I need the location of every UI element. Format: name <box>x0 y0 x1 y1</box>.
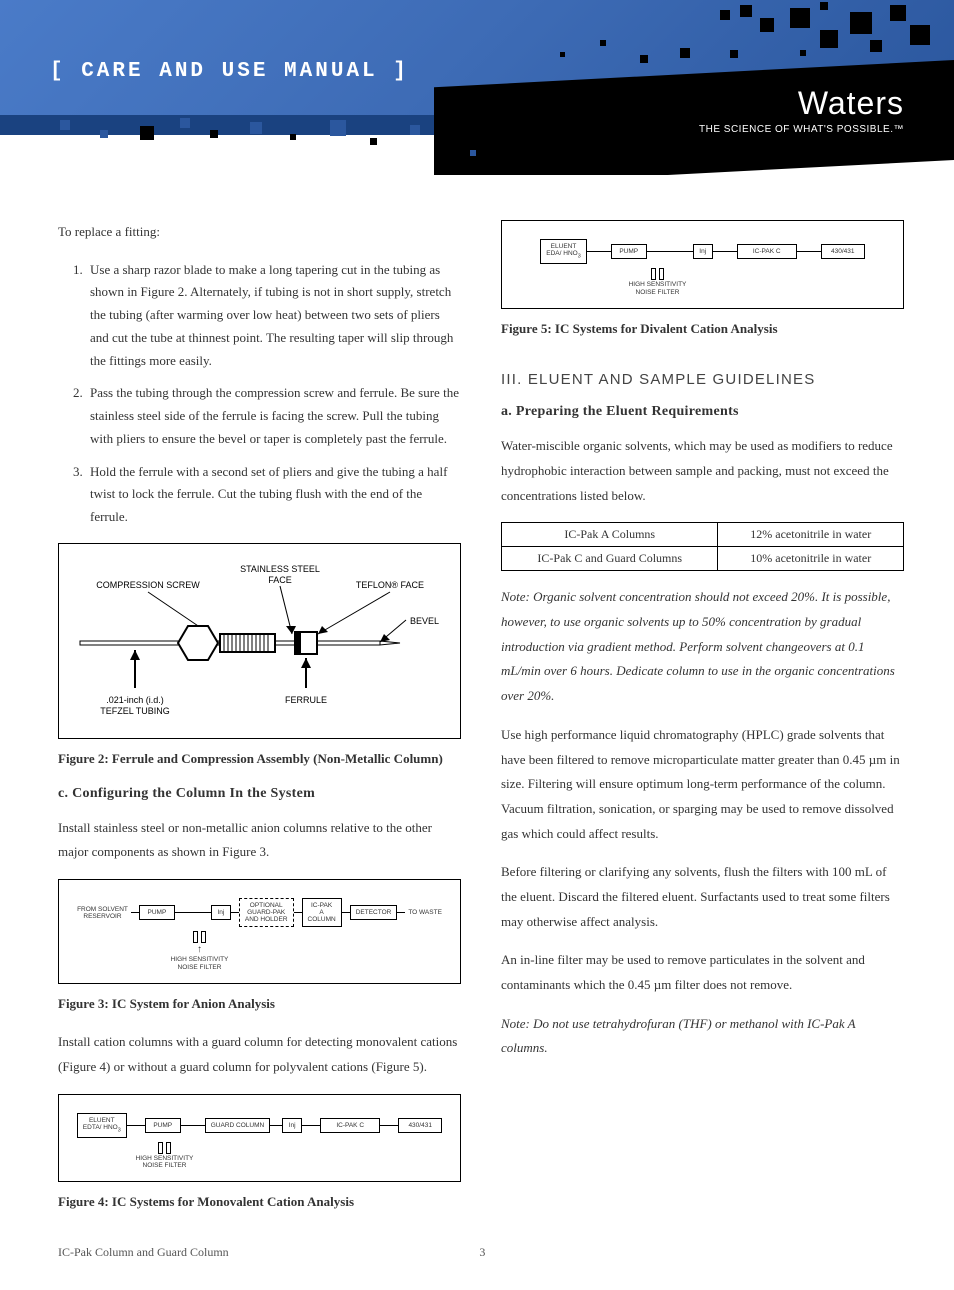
fig4-box-eluent: ELUENTEDTA/ HNO3 <box>77 1113 127 1138</box>
label-bevel: BEVEL <box>410 616 439 626</box>
table-row: IC-Pak A Columns 12% acetonitrile in wat… <box>502 523 904 547</box>
steps-list: Use a sharp razor blade to make a long t… <box>58 259 461 529</box>
page-header: [ CARE AND USE MANUAL ] Waters THE SCIEN… <box>0 0 954 175</box>
section-iii-heading: III. ELUENT AND SAMPLE GUIDELINES <box>501 371 904 388</box>
note-2: Note: Do not use tetrahydrofuran (THF) o… <box>501 1012 904 1061</box>
fig4-box-pump: PUMP <box>145 1118 181 1133</box>
fig3-box-detector: DETECTOR <box>350 905 398 920</box>
figure-2: COMPRESSION SCREW STAINLESS STEEL FACE T… <box>58 543 461 739</box>
p4: An in-line filter may be used to remove … <box>501 948 904 997</box>
fig3-left-label: FROM SOLVENTRESERVOIR <box>74 906 131 920</box>
table-cell: IC-Pak C and Guard Columns <box>502 547 718 571</box>
fig3-box-pump: PUMP <box>139 905 175 920</box>
right-column: ELUENTEDA/ HNO3 PUMP Inj IC-PAK C 430/43… <box>501 220 904 1215</box>
fig3-right-label: TO WASTE <box>405 909 445 916</box>
fig3-box-inj: Inj <box>211 905 231 920</box>
fig4-box-inj: Inj <box>282 1118 302 1133</box>
section-c-p1: Install stainless steel or non-metallic … <box>58 816 461 865</box>
page-body: To replace a fitting: Use a sharp razor … <box>0 175 954 1235</box>
fig5-box-inj: Inj <box>693 244 713 259</box>
step-item: Use a sharp razor blade to make a long t… <box>86 259 461 373</box>
fig5-noise-filter: HIGH SENSITIVITYNOISE FILTER <box>629 281 687 295</box>
fig5-box-eluent: ELUENTEDA/ HNO3 <box>540 239 586 264</box>
page-number: 3 <box>229 1245 736 1260</box>
fig4-box-icpak: IC-PAK C <box>320 1118 380 1133</box>
manual-title: [ CARE AND USE MANUAL ] <box>50 60 409 83</box>
brand-logo: Waters THE SCIENCE OF WHAT'S POSSIBLE.™ <box>699 85 904 135</box>
p1: Water-miscible organic solvents, which m… <box>501 434 904 508</box>
fig4-noise-filter: HIGH SENSITIVITYNOISE FILTER <box>136 1155 194 1169</box>
step-item: Hold the ferrule with a second set of pl… <box>86 461 461 529</box>
figure-2-caption: Figure 2: Ferrule and Compression Assemb… <box>58 747 461 772</box>
p3: Before filtering or clarifying any solve… <box>501 860 904 934</box>
note-1: Note: Organic solvent concentration shou… <box>501 585 904 708</box>
figure-5-caption: Figure 5: IC Systems for Divalent Cation… <box>501 317 904 342</box>
table-row: IC-Pak C and Guard Columns 10% acetonitr… <box>502 547 904 571</box>
fig5-box-icpak: IC-PAK C <box>737 244 797 259</box>
fig3-box-column: IC-PAKACOLUMN <box>302 898 342 927</box>
sub-a-heading: a. Preparing the Eluent Requirements <box>501 404 904 420</box>
concentration-table: IC-Pak A Columns 12% acetonitrile in wat… <box>501 522 904 571</box>
label-stainless-face: STAINLESS STEEL <box>240 564 320 574</box>
table-cell: 10% acetonitrile in water <box>718 547 904 571</box>
svg-text:TEFZEL TUBING: TEFZEL TUBING <box>100 706 170 716</box>
table-cell: IC-Pak A Columns <box>502 523 718 547</box>
svg-text:FACE: FACE <box>268 575 292 585</box>
figure-3-caption: Figure 3: IC System for Anion Analysis <box>58 992 461 1017</box>
figure-5: ELUENTEDA/ HNO3 PUMP Inj IC-PAK C 430/43… <box>501 220 904 309</box>
page-footer: IC-Pak Column and Guard Column 3 <box>0 1235 954 1290</box>
figure-4: ELUENTEDTA/ HNO3 PUMP GUARD COLUMN Inj I… <box>58 1094 461 1183</box>
fig4-box-guard: GUARD COLUMN <box>205 1118 270 1133</box>
fig4-box-detector: 430/431 <box>398 1118 442 1133</box>
logo-text: Waters <box>699 85 904 122</box>
label-compression-screw: COMPRESSION SCREW <box>96 580 200 590</box>
fig3-box-guard: OPTIONALGUARD-PAKAND HOLDER <box>239 898 294 927</box>
ferrule-diagram-svg: COMPRESSION SCREW STAINLESS STEEL FACE T… <box>70 558 450 728</box>
figure-3: FROM SOLVENTRESERVOIR PUMP Inj OPTIONALG… <box>58 879 461 984</box>
table-cell: 12% acetonitrile in water <box>718 523 904 547</box>
tagline: THE SCIENCE OF WHAT'S POSSIBLE.™ <box>699 124 904 135</box>
fig5-box-pump: PUMP <box>611 244 647 259</box>
left-column: To replace a fitting: Use a sharp razor … <box>58 220 461 1215</box>
fig5-box-detector: 430/431 <box>821 244 865 259</box>
label-ferrule: FERRULE <box>284 695 326 705</box>
fig3-noise-filter: HIGH SENSITIVITYNOISE FILTER <box>171 956 229 970</box>
label-teflon-face: TEFLON® FACE <box>355 580 423 590</box>
section-c-p2: Install cation columns with a guard colu… <box>58 1030 461 1079</box>
svg-text:.021-inch (i.d.): .021-inch (i.d.) <box>106 695 164 705</box>
p2: Use high performance liquid chromatograp… <box>501 723 904 846</box>
figure-4-caption: Figure 4: IC Systems for Monovalent Cati… <box>58 1190 461 1215</box>
footer-title: IC-Pak Column and Guard Column <box>58 1245 229 1260</box>
intro-text: To replace a fitting: <box>58 220 461 245</box>
step-item: Pass the tubing through the compression … <box>86 382 461 450</box>
section-c-heading: c. Configuring the Column In the System <box>58 786 461 802</box>
